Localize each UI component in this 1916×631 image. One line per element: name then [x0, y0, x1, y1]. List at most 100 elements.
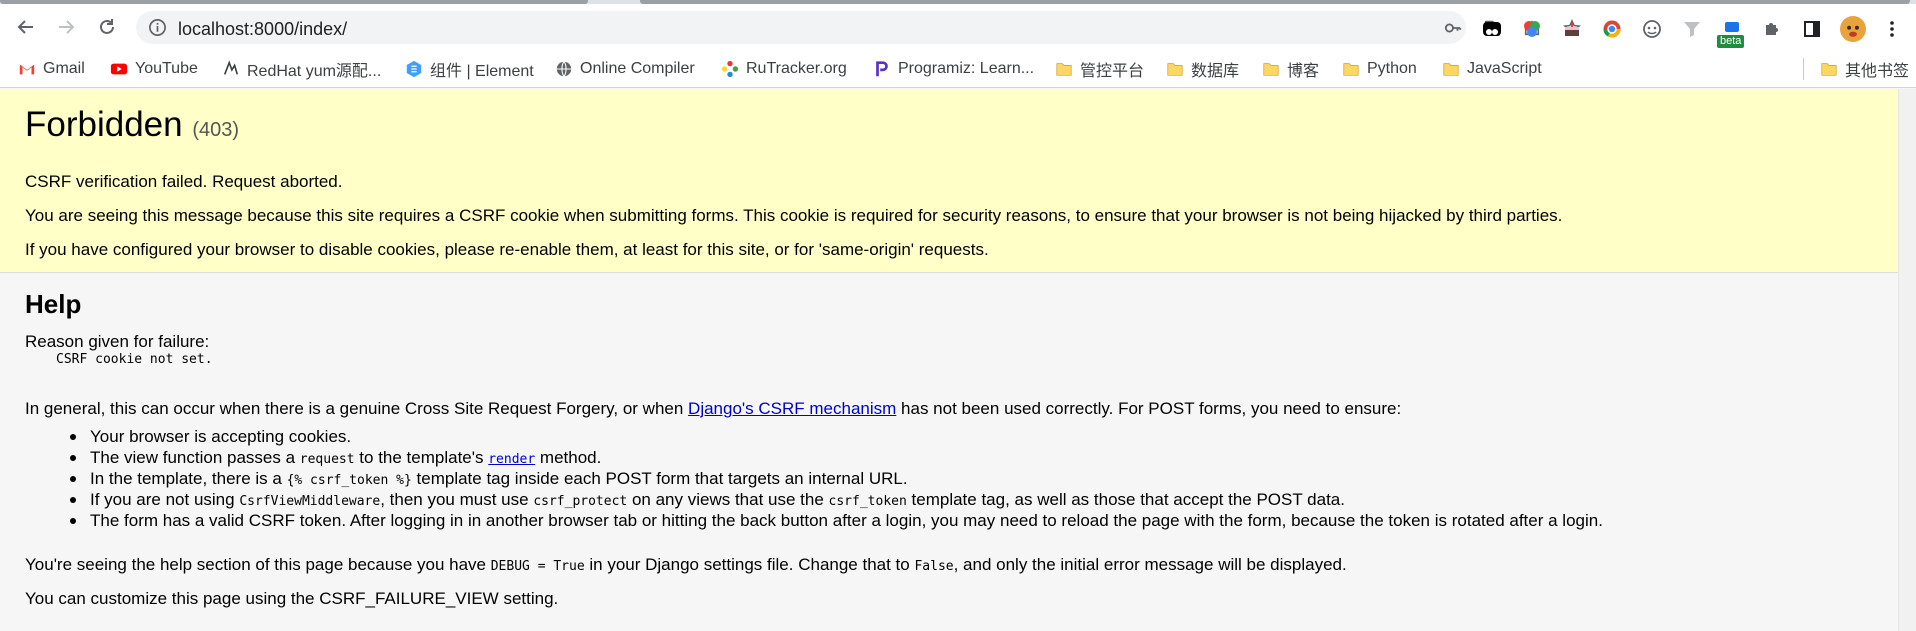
- bookmark-label: RedHat yum源配...: [247, 63, 382, 80]
- side-panel-button[interactable]: [1800, 17, 1824, 41]
- bookmark-label: 管控平台: [1080, 63, 1145, 80]
- bookmark-redhat[interactable]: RedHat yum源配...: [222, 58, 381, 80]
- cookies-hint: If you have configured your browser to d…: [25, 240, 989, 259]
- key-icon: [1444, 23, 1462, 33]
- list-item: Your browser is accepting cookies.: [68, 426, 1603, 447]
- address-bar[interactable]: localhost:8000/index/ G: [136, 11, 1581, 44]
- element-icon: [405, 60, 423, 78]
- inline-code: request: [299, 452, 355, 467]
- text: in your Django settings file. Change tha…: [584, 555, 915, 574]
- kebab-menu-icon: [1890, 21, 1894, 37]
- bookmark-label: JavaScript: [1467, 60, 1542, 77]
- back-button[interactable]: [11, 12, 41, 42]
- filter-icon: [1684, 22, 1700, 37]
- bookmark-folder[interactable]: Python: [1342, 58, 1417, 80]
- bookmarks-divider: [1803, 58, 1804, 80]
- forward-button[interactable]: [51, 12, 81, 42]
- text: , and only the initial error message wil…: [953, 555, 1347, 574]
- gmail-icon: [18, 60, 36, 78]
- bookmark-folder[interactable]: 博客: [1262, 58, 1319, 80]
- general-paragraph: In general, this can occur when there is…: [25, 399, 1401, 419]
- bookmark-other[interactable]: 其他书签: [1820, 58, 1909, 80]
- youtube-icon: [110, 60, 128, 78]
- failure-reason: CSRF cookie not set.: [56, 352, 213, 367]
- text: has not been used correctly. For POST fo…: [896, 399, 1402, 418]
- bookmark-youtube[interactable]: YouTube: [110, 58, 198, 80]
- text: You're seeing the help section of this p…: [25, 555, 491, 574]
- error-title: Forbidden: [25, 105, 183, 144]
- folder-icon: [1055, 60, 1073, 78]
- list-item: The form has a valid CSRF token. After l…: [68, 510, 1603, 531]
- bookmark-label: YouTube: [135, 60, 198, 77]
- folder-icon: [1166, 60, 1184, 78]
- bookmarks-bar: Gmail YouTube RedHat yum源配... 组件 | Eleme…: [0, 50, 1916, 88]
- url-text[interactable]: localhost:8000/index/: [178, 19, 347, 40]
- reload-button[interactable]: [92, 12, 122, 42]
- text: The form has a valid CSRF token. After l…: [90, 511, 1603, 530]
- extension-button[interactable]: [1640, 17, 1664, 41]
- help-heading: Help: [25, 289, 82, 319]
- extensions-menu-button[interactable]: [1760, 17, 1784, 41]
- text: Your browser is accepting cookies.: [90, 427, 352, 446]
- beta-badge: beta: [1717, 35, 1745, 48]
- bookmark-label: RuTracker.org: [746, 60, 847, 77]
- side-panel-icon: [1804, 21, 1820, 37]
- render-docs-link[interactable]: render: [488, 452, 535, 467]
- folder-icon: [1820, 60, 1838, 78]
- page-content: Forbidden (403) CSRF verification failed…: [0, 89, 1898, 631]
- color-wheel-icon: [1524, 21, 1540, 37]
- extension-button[interactable]: [1680, 17, 1704, 41]
- text: The view function passes a: [90, 448, 300, 467]
- extension-button[interactable]: [1520, 17, 1544, 41]
- programiz-icon: [873, 60, 891, 78]
- bookmark-folder[interactable]: 数据库: [1166, 58, 1239, 80]
- tampermonkey-icon: [1483, 22, 1501, 36]
- bookmark-rutracker[interactable]: RuTracker.org: [721, 58, 847, 80]
- rutracker-icon: [721, 60, 739, 78]
- browser-menu-button[interactable]: [1880, 17, 1904, 41]
- text: In general, this can occur when there is…: [25, 399, 689, 418]
- key-button[interactable]: [1442, 17, 1464, 39]
- bookmark-label: Python: [1367, 60, 1417, 77]
- bookmark-programiz[interactable]: Programiz: Learn...: [873, 58, 1034, 80]
- extension-button[interactable]: [1480, 17, 1504, 41]
- inline-code: {% csrf_token %}: [286, 473, 412, 488]
- inline-code: DEBUG = True: [490, 559, 585, 574]
- csrf-docs-link[interactable]: Django's CSRF mechanism: [688, 399, 896, 418]
- text: method.: [535, 448, 602, 467]
- text: , then you must use: [380, 490, 534, 509]
- text: template tag, as well as those that acce…: [906, 490, 1345, 509]
- page-title: Forbidden (403): [25, 105, 239, 145]
- reload-icon: [100, 19, 114, 34]
- bookmark-folder[interactable]: 管控平台: [1055, 58, 1144, 80]
- bookmark-label: Online Compiler: [580, 60, 695, 77]
- site-info-icon[interactable]: [148, 18, 167, 37]
- inline-code: False: [914, 559, 954, 574]
- arrow-left-icon: [17, 20, 33, 34]
- bookmark-label: Gmail: [43, 60, 85, 77]
- face-icon: [1643, 20, 1661, 38]
- vertical-scrollbar[interactable]: [1898, 89, 1916, 631]
- bookmark-element[interactable]: 组件 | Element: [405, 58, 534, 80]
- chrome-logo-icon: [1603, 20, 1621, 38]
- customize-paragraph: You can customize this page using the CS…: [25, 589, 559, 608]
- list-item: The view function passes a request to th…: [68, 447, 1603, 468]
- bookmark-label: 其他书签: [1845, 63, 1910, 80]
- error-explanation: You are seeing this message because this…: [25, 206, 1563, 225]
- requirements-list: Your browser is accepting cookies. The v…: [68, 426, 1603, 531]
- bookmark-gmail[interactable]: Gmail: [18, 58, 85, 80]
- bookmark-online-compiler[interactable]: Online Compiler: [555, 58, 695, 80]
- text: to the template's: [354, 448, 489, 467]
- redhat-icon: [222, 60, 240, 78]
- bookmark-label: 博客: [1287, 63, 1320, 80]
- inline-code: csrf_protect: [533, 494, 628, 509]
- browser-toolbar: localhost:8000/index/ G beta: [0, 4, 1916, 50]
- folder-icon: [1262, 60, 1280, 78]
- extension-button[interactable]: [1600, 17, 1624, 41]
- list-item: In the template, there is a {% csrf_toke…: [68, 468, 1603, 489]
- profile-avatar[interactable]: [1840, 16, 1866, 42]
- inline-code: CsrfViewMiddleware: [239, 494, 381, 509]
- bookmark-folder[interactable]: JavaScript: [1442, 58, 1542, 80]
- extension-button[interactable]: [1560, 17, 1584, 41]
- list-item: If you are not using CsrfViewMiddleware,…: [68, 489, 1603, 510]
